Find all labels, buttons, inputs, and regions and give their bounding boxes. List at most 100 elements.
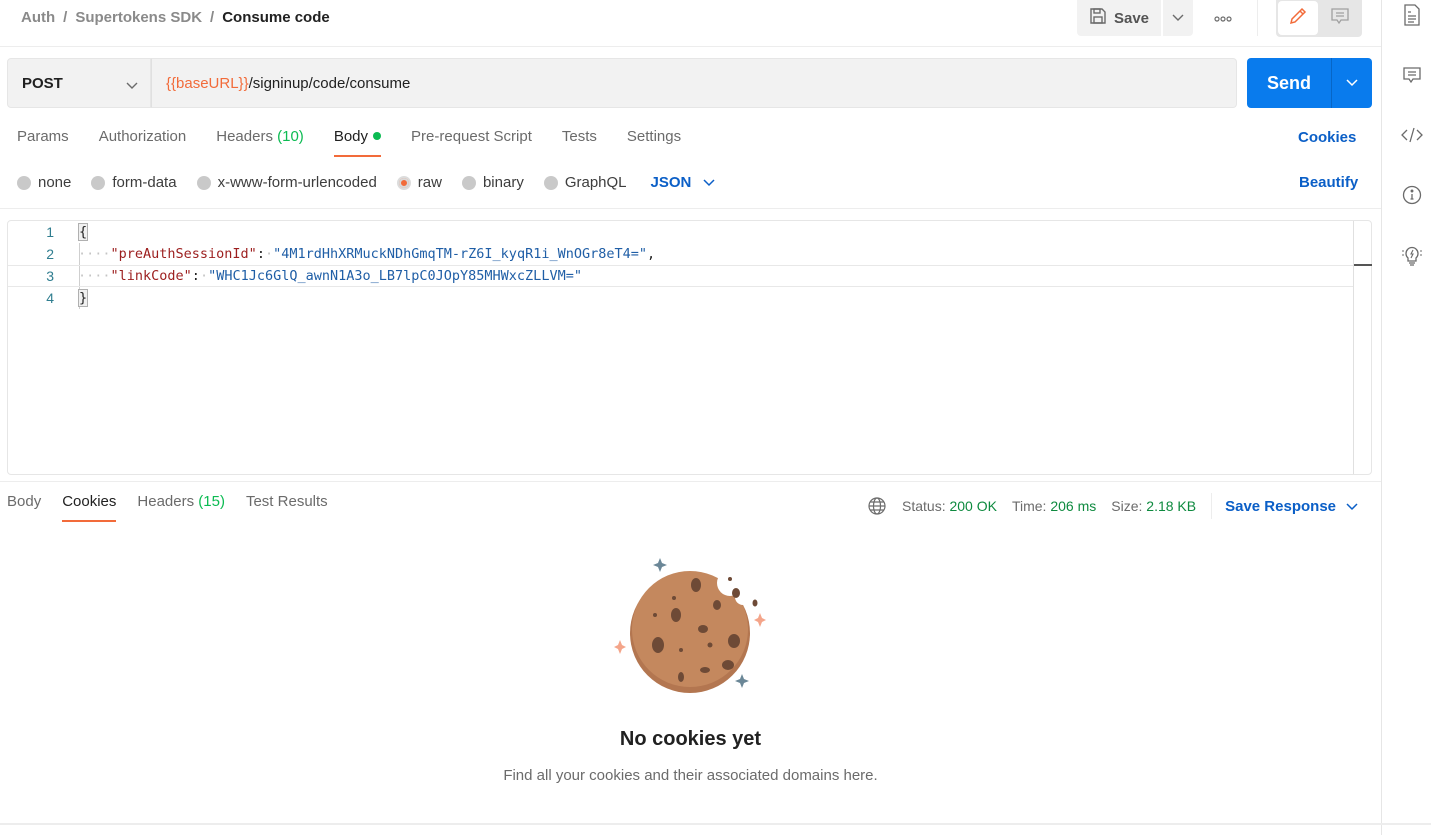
response-tab-cookies[interactable]: Cookies — [62, 493, 117, 523]
code-line: 1 { — [8, 221, 1353, 243]
send-options-button[interactable] — [1332, 58, 1372, 108]
tab-authorization[interactable]: Authorization — [99, 128, 187, 158]
tab-headers-label: Headers — [216, 128, 273, 145]
code-icon — [1401, 127, 1423, 148]
code-snippet-button[interactable] — [1401, 126, 1423, 148]
save-options-button[interactable] — [1163, 0, 1193, 36]
sparkle-icon — [614, 640, 626, 654]
code-text: ····"preAuthSessionId":·"4M1rdHhXRMuckND… — [78, 246, 655, 262]
tab-tests[interactable]: Tests — [562, 128, 597, 158]
comment-icon — [1330, 6, 1350, 31]
ellipsis-icon — [1214, 9, 1232, 27]
line-number: 4 — [46, 290, 54, 306]
http-method-select[interactable]: POST — [7, 58, 151, 108]
whitespace-marker: ···· — [78, 246, 111, 262]
whitespace-marker: ···· — [78, 268, 111, 284]
comments-button[interactable] — [1401, 66, 1423, 88]
send-button[interactable]: Send — [1247, 58, 1332, 108]
sparkle-icon — [735, 674, 749, 688]
sparkle-icon — [754, 613, 766, 627]
radio-circle — [543, 175, 558, 190]
more-actions-button[interactable] — [1208, 8, 1238, 28]
radio-graphql[interactable]: GraphQL — [543, 174, 627, 191]
radio-none[interactable]: none — [17, 174, 71, 191]
radio-form-data[interactable]: form-data — [91, 174, 177, 191]
status-readout[interactable]: Status: 200 OK — [902, 498, 997, 514]
body-code-editor[interactable]: 1 { 2 ····"preAuthSessionId":·"4M1rdHhXR… — [7, 220, 1372, 475]
breadcrumb-folder[interactable]: Supertokens SDK — [75, 9, 202, 26]
status-label: Status: — [902, 498, 946, 514]
mode-toggle — [1276, 0, 1362, 37]
radio-x-www-form-urlencoded[interactable]: x-www-form-urlencoded — [196, 174, 377, 191]
save-button[interactable]: Save — [1077, 0, 1161, 36]
radio-label: form-data — [112, 174, 177, 191]
comment-mode-button[interactable] — [1320, 1, 1360, 35]
tab-settings[interactable]: Settings — [627, 128, 681, 158]
breadcrumb-collection[interactable]: Auth — [21, 9, 55, 26]
response-headers-count: (15) — [198, 493, 225, 510]
line-number: 2 — [46, 246, 54, 262]
radio-label: x-www-form-urlencoded — [217, 174, 377, 191]
url-path: /signinup/code/consume — [248, 74, 411, 92]
time-readout[interactable]: Time: 206 ms — [1012, 498, 1096, 514]
colon: : — [256, 246, 265, 262]
editor-scrollbar[interactable] — [1353, 221, 1372, 474]
body-type-options: none form-data x-www-form-urlencoded raw… — [17, 174, 715, 191]
radio-raw[interactable]: raw — [396, 174, 442, 191]
code-line: 2 ····"preAuthSessionId":·"4M1rdHhXRMuck… — [8, 243, 1353, 265]
response-tab-headers[interactable]: Headers (15) — [137, 493, 225, 523]
cookie-illustration — [610, 555, 770, 695]
save-label: Save — [1113, 9, 1150, 27]
response-meta: Status: 200 OK Time: 206 ms Size: 2.18 K… — [867, 493, 1358, 519]
status-bar-divider — [0, 823, 1431, 825]
radio-circle — [461, 175, 476, 190]
line-number: 3 — [46, 268, 54, 284]
chevron-down-icon — [703, 174, 715, 191]
save-response-button[interactable]: Save Response — [1225, 498, 1358, 515]
response-tab-body[interactable]: Body — [7, 493, 41, 523]
whitespace-marker: · — [199, 268, 209, 284]
http-method-value: POST — [22, 74, 63, 92]
request-info-button[interactable] — [1401, 185, 1423, 210]
response-tab-test-results[interactable]: Test Results — [246, 493, 328, 523]
radio-circle — [17, 175, 31, 190]
chevron-down-icon — [1172, 9, 1184, 27]
request-name[interactable]: Consume code — [222, 9, 330, 26]
code-text: ····"linkCode":·"WHC1Jc6GlQ_awnN1A3o_LB7… — [78, 268, 582, 284]
url-input[interactable]: {{baseURL}}/signinup/code/consume — [151, 58, 1237, 108]
tab-pre-request-script[interactable]: Pre-request Script — [411, 128, 532, 158]
request-header: Auth / Supertokens SDK / Consume code Sa… — [0, 0, 1381, 47]
globe-icon[interactable] — [867, 496, 887, 516]
cookie-icon — [630, 571, 750, 693]
send-button-group: Send — [1247, 58, 1372, 108]
related-collections-button[interactable] — [1401, 246, 1423, 268]
radio-label: none — [38, 174, 72, 191]
tab-body[interactable]: Body — [333, 128, 382, 158]
radio-binary[interactable]: binary — [461, 174, 524, 191]
tab-params[interactable]: Params — [17, 128, 69, 158]
size-label: Size: — [1111, 498, 1143, 514]
size-readout[interactable]: Size: 2.18 KB — [1111, 498, 1196, 514]
document-icon — [1403, 3, 1421, 31]
cookies-link[interactable]: Cookies — [1298, 129, 1356, 146]
beautify-button[interactable]: Beautify — [1299, 174, 1358, 191]
json-key: "preAuthSessionId" — [110, 246, 257, 262]
tab-headers[interactable]: Headers (10) — [216, 128, 304, 158]
edit-mode-button[interactable] — [1278, 1, 1318, 35]
divider — [1211, 493, 1213, 519]
lightbulb-icon — [1401, 244, 1423, 271]
response-headers-label: Headers — [137, 493, 195, 510]
raw-format-select[interactable]: JSON — [651, 174, 716, 191]
code-line: 4 } — [8, 287, 1353, 309]
radio-circle — [91, 175, 106, 190]
tab-body-label: Body — [333, 128, 369, 145]
comma: , — [646, 246, 656, 262]
documentation-button[interactable] — [1401, 3, 1423, 31]
divider — [1257, 0, 1258, 36]
breadcrumb-separator: / — [63, 9, 68, 26]
info-icon — [1402, 185, 1422, 210]
chevron-down-icon — [126, 77, 138, 94]
comment-icon — [1402, 65, 1422, 90]
body-indicator-dot — [373, 132, 382, 140]
radio-label: GraphQL — [564, 174, 627, 191]
